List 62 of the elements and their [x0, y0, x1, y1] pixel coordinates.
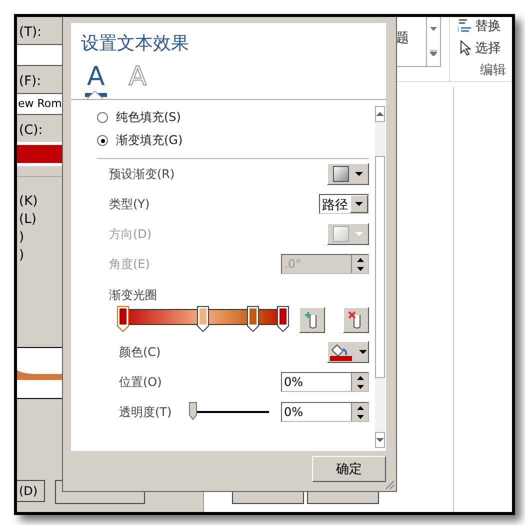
dropdown-button[interactable]: [327, 163, 369, 185]
ribbon-button[interactable]: 选择: [458, 39, 506, 57]
field-label: 颜色(C): [119, 344, 161, 360]
up-arrow-icon: [356, 376, 364, 380]
scrollbar[interactable]: [375, 106, 385, 448]
style-name: 题: [396, 30, 410, 47]
field-label: 角度(E): [109, 256, 150, 272]
field-label: (F):: [19, 74, 42, 89]
up-arrow-icon: [356, 258, 364, 262]
slider[interactable]: [189, 402, 269, 422]
scroll-down-icon: [430, 26, 436, 31]
radio-option[interactable]: 渐变填充(G): [97, 129, 183, 152]
caret-icon: [355, 202, 363, 206]
paint-bucket-icon: [329, 343, 353, 361]
up-arrow-icon: [356, 406, 364, 410]
field-label: 类型(Y): [109, 196, 150, 212]
gradient-icon: [333, 226, 349, 242]
type-dropdown[interactable]: 路径: [319, 194, 369, 214]
field-label: 位置(O): [119, 374, 162, 390]
caret-icon: [355, 172, 363, 176]
field-label: 预设渐变(R): [109, 166, 175, 182]
scroll-down-icon: [376, 438, 384, 442]
gradient-stop[interactable]: [246, 306, 259, 332]
stop-marker-icon: [246, 306, 259, 332]
stop-marker-icon: [117, 306, 129, 332]
add-stop-button[interactable]: [299, 307, 325, 333]
replace-icon: [458, 18, 472, 34]
spin-field[interactable]: 0%: [281, 402, 369, 422]
down-arrow-icon: [356, 384, 364, 388]
dialog-button[interactable]: (D): [17, 480, 45, 502]
gradient-stop[interactable]: [277, 306, 289, 332]
field-label: (T):: [19, 25, 42, 40]
cursor-icon: [458, 40, 472, 56]
gradient-bar[interactable]: [117, 306, 289, 334]
radio-option[interactable]: 纯色填充(S): [97, 106, 181, 129]
resize-grip-icon: [385, 480, 395, 490]
field-label: (C):: [19, 123, 43, 138]
down-arrow-icon: [356, 414, 364, 418]
dialog-title: 设置文本效果: [80, 32, 190, 55]
down-arrow-icon: [356, 266, 364, 270]
spin-field[interactable]: 0%: [281, 372, 369, 392]
field-label: 方向(D): [109, 226, 152, 242]
option-label: ): [19, 248, 24, 263]
gradient-stop[interactable]: [197, 306, 209, 332]
scroll-up-icon: [376, 112, 384, 116]
section-label: 渐变光圈: [108, 287, 158, 303]
caret-icon: [359, 350, 367, 354]
option-label: (L): [19, 212, 36, 227]
caret-icon: [355, 232, 363, 236]
dropdown-button[interactable]: [327, 341, 369, 363]
remove-stop-button[interactable]: [343, 307, 369, 333]
gradient-icon: [333, 166, 349, 182]
stop-marker-icon: [197, 306, 209, 332]
ok-button[interactable]: 确定: [312, 456, 386, 482]
slider-thumb[interactable]: [189, 402, 197, 420]
option-label: ): [19, 230, 24, 245]
ribbon-button[interactable]: 替换: [458, 17, 506, 35]
stop-marker-icon: [277, 306, 289, 332]
field-label: 透明度(T): [119, 404, 172, 420]
group-label: 编辑: [479, 62, 506, 79]
option-label: (K): [19, 194, 38, 209]
gradient-stop[interactable]: [117, 306, 129, 332]
